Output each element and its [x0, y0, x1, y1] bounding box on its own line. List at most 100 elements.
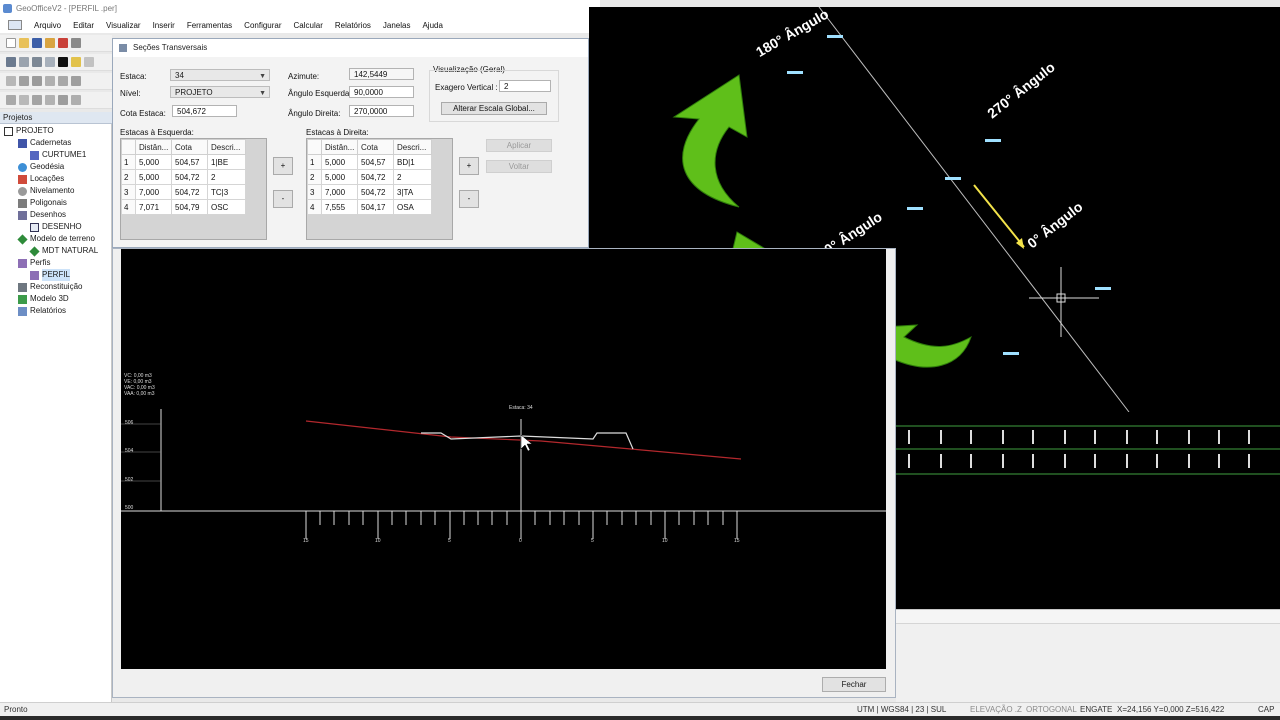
- cell-distancia[interactable]: 5,000: [135, 154, 172, 170]
- cell-descricao[interactable]: 2: [207, 169, 246, 185]
- tree-item-cadernetas[interactable]: Cadernetas: [18, 137, 71, 149]
- settings-icon[interactable]: [84, 57, 94, 67]
- menu-inserir[interactable]: Inserir: [147, 21, 181, 30]
- alterar-escala-button[interactable]: Alterar Escala Global...: [441, 102, 547, 115]
- cell-cota[interactable]: 504,17: [357, 199, 394, 215]
- menu-janelas[interactable]: Janelas: [377, 21, 417, 30]
- tree-item-perfil[interactable]: PERFIL: [30, 269, 71, 281]
- cell-descricao[interactable]: BD|1: [393, 154, 432, 170]
- tree-item-perfis[interactable]: Perfis: [18, 257, 50, 269]
- cell-cota[interactable]: 504,72: [171, 169, 208, 185]
- profile-view-canvas[interactable]: [896, 412, 1280, 609]
- save-icon[interactable]: [32, 38, 42, 48]
- cell-cota[interactable]: 504,72: [171, 184, 208, 200]
- menu-relatorios[interactable]: Relatórios: [329, 21, 377, 30]
- bulb-icon[interactable]: [71, 57, 81, 67]
- remove-left-button[interactable]: -: [273, 190, 293, 208]
- menu-visualizar[interactable]: Visualizar: [100, 21, 147, 30]
- angulo-esquerda-input[interactable]: 90,0000: [349, 86, 414, 98]
- estacas-esquerda-grid[interactable]: Distân... Cota Descri... 1 5,000 504,57 1|B…: [120, 138, 267, 240]
- cell-descricao[interactable]: 2: [393, 169, 432, 185]
- add-right-button[interactable]: +: [459, 157, 479, 175]
- cell-distancia[interactable]: 5,000: [321, 169, 358, 185]
- nivel-select[interactable]: PROJETO ▼: [170, 86, 270, 98]
- tree-item-curtume1[interactable]: CURTUME1: [30, 149, 86, 161]
- cell-cota[interactable]: 504,57: [171, 154, 208, 170]
- menu-configurar[interactable]: Configurar: [238, 21, 287, 30]
- table-row[interactable]: 3 7,000 504,72 3|TA: [307, 184, 432, 200]
- cut-icon[interactable]: [71, 38, 81, 48]
- properties-icon[interactable]: [19, 57, 29, 67]
- tree-item-reconstituicao[interactable]: Reconstituição: [18, 281, 82, 293]
- menu-calcular[interactable]: Calcular: [288, 21, 329, 30]
- new-file-icon[interactable]: [6, 38, 16, 48]
- tree-item-modelo-terreno[interactable]: Modelo de terreno: [17, 233, 95, 245]
- curve-icon[interactable]: [71, 76, 81, 86]
- cell-descricao[interactable]: 3|TA: [393, 184, 432, 200]
- table-row[interactable]: 2 5,000 504,72 2: [121, 169, 246, 185]
- cell-descricao[interactable]: OSC: [207, 199, 246, 215]
- dimension-align-icon[interactable]: [19, 95, 29, 105]
- menu-arquivo[interactable]: Arquivo: [28, 21, 67, 30]
- folder-icon[interactable]: [45, 38, 55, 48]
- table-row[interactable]: 4 7,555 504,17 OSA: [307, 199, 432, 215]
- cota-estaca-input[interactable]: 504,672: [172, 105, 237, 117]
- cell-cota[interactable]: 504,57: [357, 154, 394, 170]
- color-icon[interactable]: [58, 57, 68, 67]
- aplicar-button[interactable]: Aplicar: [486, 139, 552, 152]
- cell-descricao[interactable]: OSA: [393, 199, 432, 215]
- menu-editar[interactable]: Editar: [67, 21, 100, 30]
- filter-icon[interactable]: [32, 57, 42, 67]
- circle-icon[interactable]: [58, 76, 68, 86]
- section-view-canvas[interactable]: VC: 0,00 m3 VE: 0,00 m3 VAC: 0,00 m3 VAA…: [121, 249, 886, 669]
- tree-item-modelo-3d[interactable]: Modelo 3D: [18, 293, 69, 305]
- table-row[interactable]: 4 7,071 504,79 OSC: [121, 199, 246, 215]
- polyline-icon[interactable]: [32, 76, 42, 86]
- menu-ajuda[interactable]: Ajuda: [416, 21, 448, 30]
- tree-item-locacoes[interactable]: Locações: [18, 173, 64, 185]
- cell-descricao[interactable]: 1|BE: [207, 154, 246, 170]
- document-icon[interactable]: [8, 20, 22, 30]
- angulo-direita-input[interactable]: 270,0000: [349, 105, 414, 117]
- cell-cota[interactable]: 504,72: [357, 184, 394, 200]
- voltar-button[interactable]: Voltar: [486, 160, 552, 173]
- tree-item-mdt-natural[interactable]: MDT NATURAL: [29, 245, 98, 257]
- tree-item-desenhos[interactable]: Desenhos: [18, 209, 66, 221]
- table-row[interactable]: 1 5,000 504,57 1|BE: [121, 154, 246, 170]
- line-icon[interactable]: [19, 76, 29, 86]
- exagero-vertical-input[interactable]: 2: [499, 80, 551, 92]
- cell-distancia[interactable]: 7,555: [321, 199, 358, 215]
- remove-right-button[interactable]: -: [459, 190, 479, 208]
- menu-ferramentas[interactable]: Ferramentas: [181, 21, 238, 30]
- estacas-direita-grid[interactable]: Distân... Cota Descri... 1 5,000 504,57 BD|…: [306, 138, 453, 240]
- tree-item-desenho[interactable]: DESENHO: [30, 221, 82, 233]
- cell-distancia[interactable]: 5,000: [321, 154, 358, 170]
- table-row[interactable]: 2 5,000 504,72 2: [307, 169, 432, 185]
- dimension-radius-icon[interactable]: [45, 95, 55, 105]
- cell-distancia[interactable]: 5,000: [135, 169, 172, 185]
- dimension-angle-icon[interactable]: [32, 95, 42, 105]
- cell-distancia[interactable]: 7,000: [135, 184, 172, 200]
- table-row[interactable]: 3 7,000 504,72 TC|3: [121, 184, 246, 200]
- cell-distancia[interactable]: 7,000: [321, 184, 358, 200]
- tree-item-geodesia[interactable]: Geodésia: [18, 161, 64, 173]
- point-icon[interactable]: [6, 76, 16, 86]
- cell-cota[interactable]: 504,79: [171, 199, 208, 215]
- estaca-select[interactable]: 34 ▼: [170, 69, 270, 81]
- cell-cota[interactable]: 504,72: [357, 169, 394, 185]
- tree-item-relatorios[interactable]: Relatórios: [18, 305, 66, 317]
- azimute-input[interactable]: 142,5449: [349, 68, 414, 80]
- elevacao-toggle[interactable]: ELEVAÇÃO .Z: [970, 703, 1022, 717]
- dimension-icon[interactable]: [6, 95, 16, 105]
- open-folder-icon[interactable]: [19, 38, 29, 48]
- cell-descricao[interactable]: TC|3: [207, 184, 246, 200]
- tree-item-nivelamento[interactable]: Nivelamento: [18, 185, 74, 197]
- copy-icon[interactable]: [45, 57, 55, 67]
- grid-icon[interactable]: [58, 95, 68, 105]
- arc-icon[interactable]: [45, 76, 55, 86]
- engate-toggle[interactable]: ENGATE: [1080, 703, 1112, 717]
- layers-icon[interactable]: [6, 57, 16, 67]
- close-button[interactable]: Fechar: [822, 677, 886, 692]
- add-left-button[interactable]: +: [273, 157, 293, 175]
- ortogonal-toggle[interactable]: ORTOGONAL: [1026, 703, 1077, 717]
